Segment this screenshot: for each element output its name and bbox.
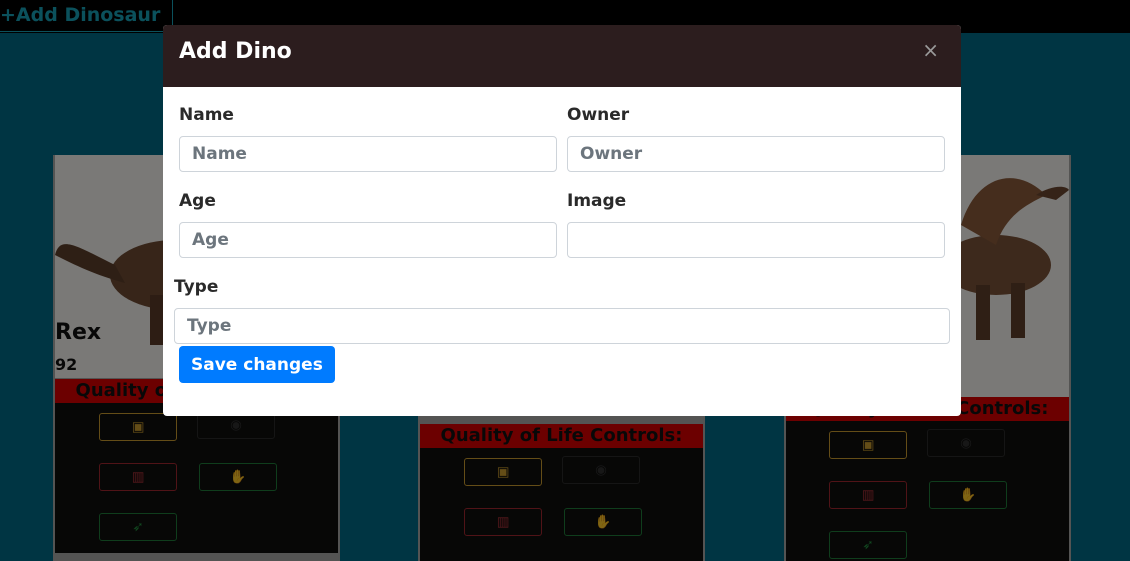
age-label: Age (179, 191, 216, 211)
type-input[interactable] (174, 308, 950, 344)
add-dino-modal: Add Dino × Name Owner Age Image Type Sav… (163, 25, 961, 416)
age-input[interactable] (179, 222, 557, 258)
owner-label: Owner (567, 105, 630, 125)
save-changes-button[interactable]: Save changes (179, 346, 335, 383)
image-label: Image (567, 191, 627, 211)
name-input[interactable] (179, 136, 557, 172)
type-label: Type (174, 277, 219, 297)
owner-input[interactable] (567, 136, 945, 172)
close-icon[interactable]: × (916, 37, 945, 63)
modal-title: Add Dino (179, 39, 292, 64)
name-label: Name (179, 105, 234, 125)
image-input[interactable] (567, 222, 945, 258)
modal-header: Add Dino × (163, 25, 961, 87)
